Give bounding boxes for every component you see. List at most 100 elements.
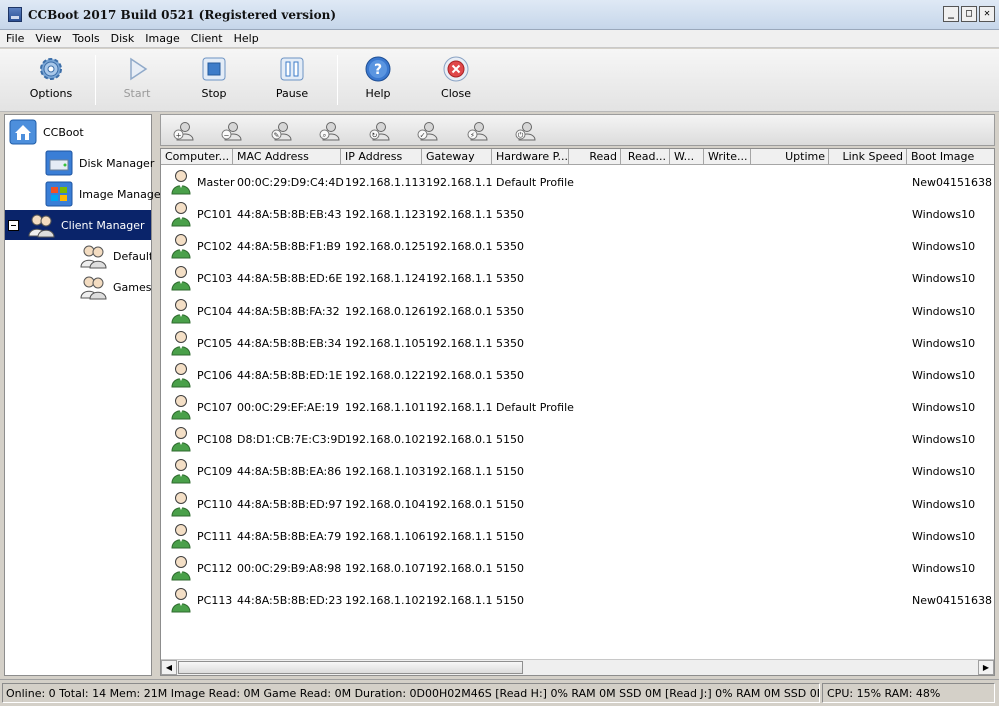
shutdown-client-icon[interactable]: ⏻ [515, 121, 537, 141]
help-button[interactable]: ? Help [347, 55, 409, 100]
close-window-button[interactable]: ✕ [979, 6, 995, 22]
table-row[interactable]: PC109 44:8A:5B:8B:EA:86 192.168.1.103 192.1… [161, 455, 994, 487]
table-row[interactable]: PC103 44:8A:5B:8B:ED:6E 192.168.1.124 192.1… [161, 262, 994, 294]
cell-name: PC113 [197, 593, 233, 607]
start-button[interactable]: Start [106, 55, 168, 100]
cell-mac: 44:8A:5B:8B:EA:86 [237, 465, 342, 479]
horizontal-scrollbar[interactable]: ◀ ▶ [161, 659, 994, 675]
stop-button[interactable]: Stop [183, 55, 245, 100]
help-label: Help [365, 87, 391, 100]
svg-text:↻: ↻ [372, 132, 378, 140]
cell-name: PC107 [197, 401, 233, 415]
column-header[interactable]: Link Speed [829, 149, 907, 165]
table-row[interactable]: PC104 44:8A:5B:8B:FA:32 192.168.0.126 192.1… [161, 295, 994, 327]
cell-boot: Windows10 [912, 208, 976, 222]
cell-ip: 192.168.0.126 [345, 304, 426, 318]
client-user-icon [170, 555, 192, 581]
column-header[interactable]: Computer... [161, 149, 233, 165]
disable-client-icon[interactable]: ✓ [417, 121, 439, 141]
cell-boot: New04151638 [912, 176, 992, 189]
close-icon [442, 55, 470, 83]
tree-item-disk-manager[interactable]: Disk Manager [45, 148, 154, 178]
cell-gateway: 192.168.1.1 [426, 272, 493, 286]
cell-name: PC109 [197, 465, 233, 479]
close-button[interactable]: Close [425, 55, 487, 100]
tree-item-default-group[interactable]: Default Group [79, 241, 151, 271]
table-row[interactable]: PC105 44:8A:5B:8B:EB:34 192.168.1.105 192.1… [161, 327, 994, 359]
table-row[interactable]: PC110 44:8A:5B:8B:ED:97 192.168.0.104 192.1… [161, 488, 994, 520]
cell-hw: 5150 [496, 529, 524, 543]
cell-name: PC106 [197, 368, 233, 382]
table-row[interactable]: PC101 44:8A:5B:8B:EB:43 192.168.1.123 192.1… [161, 198, 994, 230]
table-row[interactable]: PC102 44:8A:5B:8B:F1:B9 192.168.0.125 192.1… [161, 230, 994, 262]
table-row[interactable]: Master 00:0C:29:D9:C4:4D 192.168.1.113 192.… [161, 166, 994, 198]
cell-hw: 5150 [496, 561, 524, 575]
column-header[interactable]: W... [670, 149, 704, 165]
column-header[interactable]: Boot Image [907, 149, 994, 165]
table-row[interactable]: PC108 D8:D1:CB:7E:C3:9D 192.168.0.102 192.1… [161, 423, 994, 455]
edit-client-icon[interactable]: ✎ [271, 121, 293, 141]
cell-name: PC111 [197, 529, 233, 543]
cell-mac: 44:8A:5B:8B:EB:34 [237, 336, 342, 350]
column-header[interactable]: Hardware P... [492, 149, 569, 165]
options-button[interactable]: Options [20, 55, 82, 100]
client-toolbar: + − ✎ ⌕ ↻ ✓ ⚡ ⏻ [160, 114, 995, 146]
column-header[interactable]: Write... [704, 149, 751, 165]
cell-mac: 00:0C:29:B9:A8:98 [237, 561, 342, 575]
tree-item-ccboot[interactable]: CCBoot [9, 117, 84, 147]
stop-icon [200, 55, 228, 83]
window-controls: _ □ ✕ [943, 6, 995, 22]
menu-client[interactable]: Client [185, 30, 228, 45]
add-client-icon[interactable]: + [173, 121, 195, 141]
gear-icon [37, 55, 65, 83]
collapse-toggle[interactable] [8, 219, 19, 231]
column-header[interactable]: Read [569, 149, 621, 165]
menu-disk[interactable]: Disk [105, 30, 140, 45]
column-header[interactable]: IP Address [341, 149, 422, 165]
tree-item-client-manager[interactable]: Client Manager [5, 210, 151, 240]
maximize-button[interactable]: □ [961, 6, 977, 22]
scroll-right-arrow-icon[interactable]: ▶ [978, 660, 994, 675]
client-user-icon [170, 330, 192, 356]
column-header[interactable]: Gateway [422, 149, 492, 165]
enable-client-icon[interactable]: ↻ [369, 121, 391, 141]
cell-name: PC103 [197, 272, 233, 286]
scrollbar-thumb[interactable] [178, 661, 523, 674]
menu-tools[interactable]: Tools [67, 30, 105, 45]
client-manager-icon [27, 212, 55, 238]
column-header[interactable]: Read... [621, 149, 670, 165]
cell-hw: 5350 [496, 368, 524, 382]
scroll-left-arrow-icon[interactable]: ◀ [161, 660, 177, 675]
menu-view[interactable]: View [29, 30, 66, 45]
table-row[interactable]: PC107 00:0C:29:EF:AE:19 192.168.1.101 192.1… [161, 391, 994, 423]
remove-client-icon[interactable]: − [221, 121, 243, 141]
cell-gateway: 192.168.1.1 [426, 176, 493, 189]
pause-button[interactable]: Pause [261, 55, 323, 100]
tree-item-image-manager[interactable]: Image Manager [45, 179, 165, 209]
stop-label: Stop [201, 87, 227, 100]
svg-text:−: − [224, 132, 230, 140]
start-label: Start [123, 87, 151, 100]
table-row[interactable]: PC113 44:8A:5B:8B:ED:23 192.168.1.102 192.1… [161, 584, 994, 616]
column-header[interactable]: MAC Address [233, 149, 341, 165]
column-header[interactable]: Uptime [751, 149, 829, 165]
search-client-icon[interactable]: ⌕ [319, 121, 341, 141]
client-user-icon [170, 394, 192, 420]
wake-client-icon[interactable]: ⚡ [467, 121, 489, 141]
table-row[interactable]: PC111 44:8A:5B:8B:EA:79 192.168.1.106 192.1… [161, 520, 994, 552]
image-manager-icon [45, 181, 73, 207]
home-icon [9, 119, 37, 145]
tree-item-games[interactable]: Games [79, 272, 151, 302]
cell-gateway: 192.168.1.1 [426, 336, 493, 350]
table-row[interactable]: PC106 44:8A:5B:8B:ED:1E 192.168.0.122 192.1… [161, 359, 994, 391]
minimize-button[interactable]: _ [943, 6, 959, 22]
toolbar-separator [95, 55, 96, 105]
title-bar: CCBoot 2017 Build 0521 (Registered versi… [0, 0, 999, 30]
cell-mac: 44:8A:5B:8B:ED:1E [237, 368, 343, 382]
menu-image[interactable]: Image [139, 30, 184, 45]
menu-help[interactable]: Help [228, 30, 264, 45]
tree-item-label: Default Group [113, 249, 151, 263]
table-row[interactable]: PC112 00:0C:29:B9:A8:98 192.168.0.107 192.1… [161, 552, 994, 584]
client-user-icon [170, 298, 192, 324]
menu-file[interactable]: File [0, 30, 29, 45]
